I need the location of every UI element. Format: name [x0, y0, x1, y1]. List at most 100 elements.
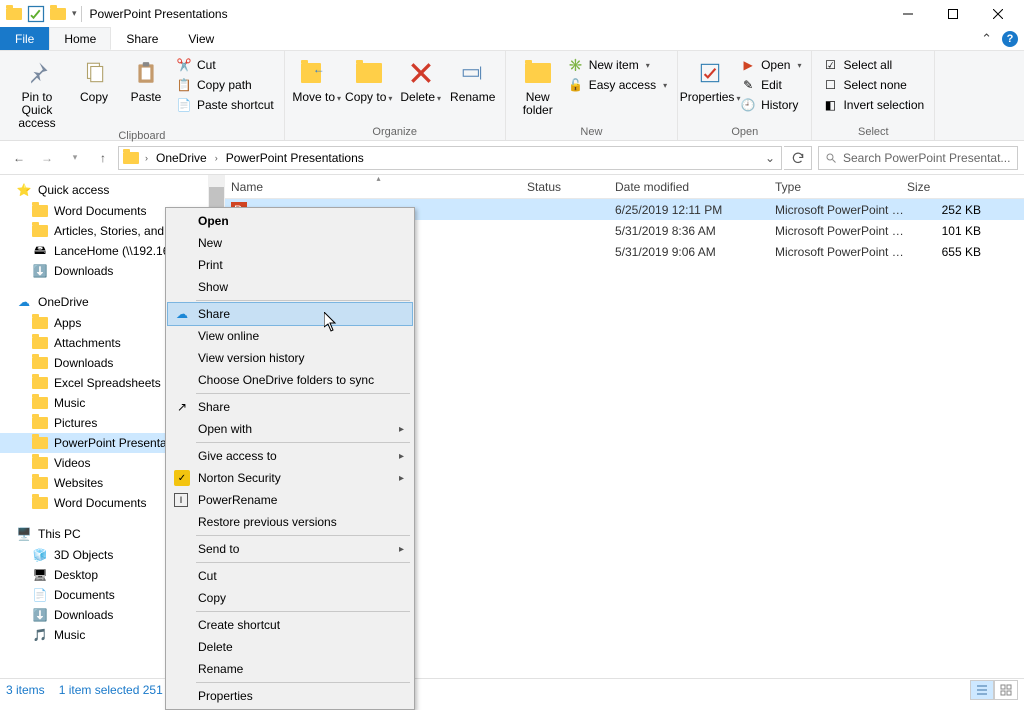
copy-button[interactable]: Copy — [68, 53, 120, 104]
address-dropdown-icon[interactable]: ⌄ — [761, 147, 779, 169]
menu-give-access[interactable]: Give access to▸ — [168, 445, 412, 467]
folder-icon — [32, 225, 48, 237]
details-view-button[interactable] — [970, 680, 994, 700]
qat-new-folder-icon[interactable] — [48, 4, 68, 24]
menu-choose-folders[interactable]: Choose OneDrive folders to sync — [168, 369, 412, 391]
copy-path-button[interactable]: 📋Copy path — [172, 77, 278, 93]
menu-norton[interactable]: ✓Norton Security▸ — [168, 467, 412, 489]
easy-access-button[interactable]: 🔓Easy access▾ — [564, 77, 671, 93]
cut-button[interactable]: ✂️Cut — [172, 57, 278, 73]
folder-icon — [32, 477, 48, 489]
share-icon: ↗ — [174, 399, 190, 415]
folder-icon — [32, 337, 48, 349]
menu-share[interactable]: ↗Share — [168, 396, 412, 418]
select-none-button[interactable]: ☐Select none — [818, 77, 928, 93]
up-button[interactable]: ↑ — [90, 145, 116, 171]
invert-selection-button[interactable]: ◧Invert selection — [818, 97, 928, 113]
maximize-button[interactable] — [930, 0, 975, 27]
submenu-arrow-icon: ▸ — [399, 424, 404, 435]
menu-onedrive-share[interactable]: ☁Share — [168, 303, 412, 325]
menu-new[interactable]: New — [168, 232, 412, 254]
group-label-new: New — [512, 126, 671, 140]
menu-rename[interactable]: Rename — [168, 658, 412, 680]
forward-button[interactable]: → — [34, 145, 60, 171]
search-icon — [823, 152, 839, 164]
music-icon: 🎵 — [32, 628, 48, 642]
col-name[interactable]: Name▴ — [231, 175, 527, 198]
group-label-open: Open — [684, 126, 805, 140]
edit-button[interactable]: ✎Edit — [736, 77, 805, 93]
menu-copy[interactable]: Copy — [168, 587, 412, 609]
menu-powerrename[interactable]: IPowerRename — [168, 489, 412, 511]
quick-access-toolbar: ▾ — [4, 4, 86, 24]
col-size[interactable]: Size — [907, 175, 997, 198]
menu-send-to[interactable]: Send to▸ — [168, 538, 412, 560]
delete-button[interactable]: Delete▾ — [395, 53, 447, 105]
desktop-icon: 🖥 — [32, 568, 48, 582]
breadcrumb-0[interactable]: OneDrive — [152, 151, 211, 165]
qat-customize-icon[interactable]: ▾ — [72, 8, 77, 19]
menu-properties[interactable]: Properties — [168, 685, 412, 707]
menu-open-with[interactable]: Open with▸ — [168, 418, 412, 440]
window-title: PowerPoint Presentations — [90, 7, 228, 21]
pc-icon: 🖥️ — [16, 527, 32, 541]
onedrive-icon: ☁ — [16, 295, 32, 309]
col-type[interactable]: Type — [775, 175, 907, 198]
back-button[interactable]: ← — [6, 145, 32, 171]
paste-button[interactable]: Paste — [120, 53, 172, 104]
tab-file[interactable]: File — [0, 27, 49, 50]
move-to-button[interactable]: ← Move to▾ — [291, 53, 343, 105]
folder-icon — [32, 205, 48, 217]
folder-icon — [32, 317, 48, 329]
menu-cut[interactable]: Cut — [168, 565, 412, 587]
menu-print[interactable]: Print — [168, 254, 412, 276]
pin-to-quick-access-button[interactable]: Pin to Quick access — [6, 53, 68, 130]
tab-home[interactable]: Home — [49, 27, 111, 50]
menu-view-online[interactable]: View online — [168, 325, 412, 347]
menu-delete[interactable]: Delete — [168, 636, 412, 658]
menu-version-history[interactable]: View version history — [168, 347, 412, 369]
close-button[interactable] — [975, 0, 1020, 27]
ribbon: Pin to Quick access Copy Paste ✂️Cut 📋Co… — [0, 51, 1024, 141]
menu-show[interactable]: Show — [168, 276, 412, 298]
folder-icon — [32, 377, 48, 389]
menu-restore-previous[interactable]: Restore previous versions — [168, 511, 412, 533]
cursor-icon — [324, 312, 338, 332]
copy-to-button[interactable]: Copy to▾ — [343, 53, 395, 105]
chevron-right-icon[interactable]: › — [141, 153, 152, 163]
minimize-button[interactable] — [885, 0, 930, 27]
recent-dropdown-icon[interactable]: ▾ — [62, 145, 88, 171]
tab-view[interactable]: View — [173, 27, 229, 50]
open-button[interactable]: ▶Open▾ — [736, 57, 805, 73]
chevron-right-icon[interactable]: › — [211, 153, 222, 163]
breadcrumb-1[interactable]: PowerPoint Presentations — [222, 151, 368, 165]
folder-icon — [32, 397, 48, 409]
folder-icon — [32, 417, 48, 429]
context-menu: Open New Print Show ☁Share View online V… — [165, 207, 415, 710]
submenu-arrow-icon: ▸ — [399, 544, 404, 555]
paste-shortcut-button[interactable]: 📄Paste shortcut — [172, 97, 278, 113]
rename-button[interactable]: Rename — [447, 53, 499, 104]
properties-button[interactable]: Properties▾ — [684, 53, 736, 105]
menu-create-shortcut[interactable]: Create shortcut — [168, 614, 412, 636]
search-box[interactable]: Search PowerPoint Presentat... — [818, 146, 1018, 170]
new-item-button[interactable]: ✳️New item▾ — [564, 57, 671, 73]
menu-open[interactable]: Open — [168, 210, 412, 232]
submenu-arrow-icon: ▸ — [399, 451, 404, 462]
thumbnails-view-button[interactable] — [994, 680, 1018, 700]
col-date[interactable]: Date modified — [615, 175, 775, 198]
tab-share[interactable]: Share — [111, 27, 173, 50]
new-folder-button[interactable]: New folder — [512, 53, 564, 117]
col-status[interactable]: Status — [527, 175, 615, 198]
folder-icon — [121, 148, 141, 168]
address-bar[interactable]: › OneDrive › PowerPoint Presentations ⌄ — [118, 146, 782, 170]
refresh-button[interactable] — [784, 146, 812, 170]
nav-quick-access[interactable]: ⭐Quick access — [0, 179, 208, 201]
qat-properties-icon[interactable] — [26, 4, 46, 24]
help-icon[interactable]: ? — [1002, 31, 1018, 47]
status-bar: 3 items 1 item selected 251 KB — [0, 678, 1024, 700]
history-button[interactable]: 🕘History — [736, 97, 805, 113]
select-all-button[interactable]: ☑Select all — [818, 57, 928, 73]
collapse-ribbon-icon[interactable]: ⌃ — [981, 31, 992, 47]
group-label-clipboard: Clipboard — [6, 130, 278, 144]
